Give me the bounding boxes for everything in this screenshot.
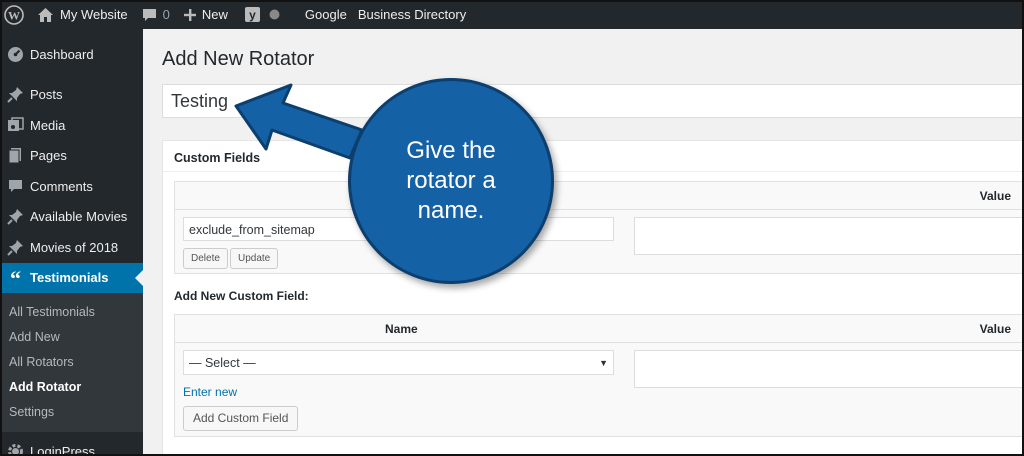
new-label: New bbox=[201, 7, 228, 22]
svg-text:W: W bbox=[8, 8, 20, 22]
business-directory-label: Business Directory bbox=[357, 7, 467, 22]
admin-sidebar: Dashboard Posts Media Pages Comments Ava… bbox=[0, 29, 143, 456]
value-column-header: Value bbox=[979, 322, 1011, 336]
custom-field-key-value: exclude_from_sitemap bbox=[189, 223, 315, 237]
media-icon bbox=[6, 116, 24, 134]
custom-field-name-select[interactable]: — Select — ▼ bbox=[183, 350, 614, 375]
yoast-seo-icon[interactable]: y bbox=[235, 0, 267, 29]
custom-fields-box: Custom Fields Value exclude_from_sitemap… bbox=[162, 140, 1024, 456]
sidebar-item-label: Posts bbox=[30, 87, 63, 103]
sidebar-item-media[interactable]: Media bbox=[0, 110, 143, 141]
delete-button[interactable]: Delete bbox=[183, 248, 228, 269]
add-custom-field-button[interactable]: Add Custom Field bbox=[183, 406, 299, 431]
select-value: — Select — bbox=[189, 355, 256, 370]
svg-text:y: y bbox=[249, 8, 256, 22]
submenu-add-rotator[interactable]: Add Rotator bbox=[0, 375, 143, 400]
value-column-header: Value bbox=[979, 189, 1011, 203]
comments-link[interactable]: 0 bbox=[135, 0, 177, 29]
existing-custom-fields-table: Value exclude_from_sitemap Delete Update bbox=[174, 181, 1024, 274]
comment-bubble-icon bbox=[142, 8, 157, 22]
plus-icon bbox=[183, 8, 196, 21]
seo-status-dot-icon[interactable] bbox=[267, 0, 287, 29]
pin-icon bbox=[6, 238, 24, 256]
wordpress-logo-icon[interactable]: W bbox=[0, 0, 31, 29]
pin-icon bbox=[6, 86, 24, 104]
gear-icon bbox=[6, 442, 24, 456]
update-button[interactable]: Update bbox=[230, 248, 279, 269]
new-custom-field-value-textarea[interactable] bbox=[634, 350, 1024, 388]
submenu-all-testimonials[interactable]: All Testimonials bbox=[0, 300, 143, 325]
google-label: Google bbox=[304, 7, 347, 22]
pin-icon bbox=[6, 208, 24, 226]
comments-count: 0 bbox=[162, 7, 170, 22]
pages-icon bbox=[6, 147, 24, 165]
dashboard-icon bbox=[6, 45, 24, 63]
add-custom-field-table: Name Value — Select — ▼ Enter new Add Cu… bbox=[174, 314, 1024, 437]
sidebar-item-loginpress[interactable]: LoginPress bbox=[0, 436, 143, 456]
table-header-row: Name Value bbox=[175, 315, 1023, 343]
sidebar-item-label: Comments bbox=[30, 178, 93, 194]
custom-field-key-input[interactable]: exclude_from_sitemap bbox=[183, 217, 614, 241]
sidebar-item-label: LoginPress bbox=[30, 443, 96, 456]
site-name-link[interactable]: My Website bbox=[31, 0, 135, 29]
sidebar-item-comments[interactable]: Comments bbox=[0, 171, 143, 202]
sidebar-item-pages[interactable]: Pages bbox=[0, 141, 143, 172]
home-icon bbox=[38, 7, 53, 22]
sidebar-item-label: Pages bbox=[30, 148, 67, 164]
sidebar-item-available-movies[interactable]: Available Movies bbox=[0, 202, 143, 233]
submenu-all-rotators[interactable]: All Rotators bbox=[0, 350, 143, 375]
sidebar-item-label: Movies of 2018 bbox=[30, 239, 119, 255]
sidebar-item-label: Dashboard bbox=[30, 46, 94, 62]
site-name: My Website bbox=[60, 7, 128, 22]
custom-fields-title: Custom Fields bbox=[174, 151, 261, 165]
custom-field-value-textarea[interactable] bbox=[634, 217, 1024, 255]
business-directory-link[interactable]: Business Directory bbox=[354, 0, 473, 29]
testimonials-submenu: All Testimonials Add New All Rotators Ad… bbox=[0, 293, 143, 432]
admin-bar: W My Website 0 New y Google Business Dir… bbox=[0, 0, 1024, 29]
name-column-header: Name bbox=[385, 322, 418, 336]
svg-text:“: “ bbox=[10, 269, 21, 286]
sidebar-item-label: Available Movies bbox=[30, 209, 128, 225]
submenu-settings[interactable]: Settings bbox=[0, 400, 143, 425]
new-content-link[interactable]: New bbox=[177, 0, 235, 29]
add-new-custom-field-title: Add New Custom Field: bbox=[174, 289, 309, 303]
divider bbox=[163, 171, 1024, 172]
submenu-add-new[interactable]: Add New bbox=[0, 325, 143, 350]
table-header-row: Value bbox=[175, 182, 1023, 210]
main-content: Add New Rotator Custom Fields Value excl… bbox=[143, 29, 1024, 456]
sidebar-item-label: Testimonials bbox=[30, 270, 109, 286]
sidebar-item-dashboard[interactable]: Dashboard bbox=[0, 39, 143, 70]
comments-icon bbox=[6, 177, 24, 195]
rotator-title-input[interactable] bbox=[162, 84, 1024, 118]
page-title: Add New Rotator bbox=[162, 48, 315, 70]
enter-new-link[interactable]: Enter new bbox=[183, 385, 237, 399]
sidebar-item-posts[interactable]: Posts bbox=[0, 80, 143, 111]
dropdown-arrow-icon: ▼ bbox=[599, 357, 608, 368]
sidebar-item-testimonials[interactable]: “ Testimonials bbox=[0, 262, 143, 293]
google-link[interactable]: Google bbox=[287, 0, 354, 29]
sidebar-item-label: Media bbox=[30, 117, 66, 133]
quote-icon: “ bbox=[6, 269, 24, 287]
sidebar-item-movies-of-2018[interactable]: Movies of 2018 bbox=[0, 232, 143, 263]
